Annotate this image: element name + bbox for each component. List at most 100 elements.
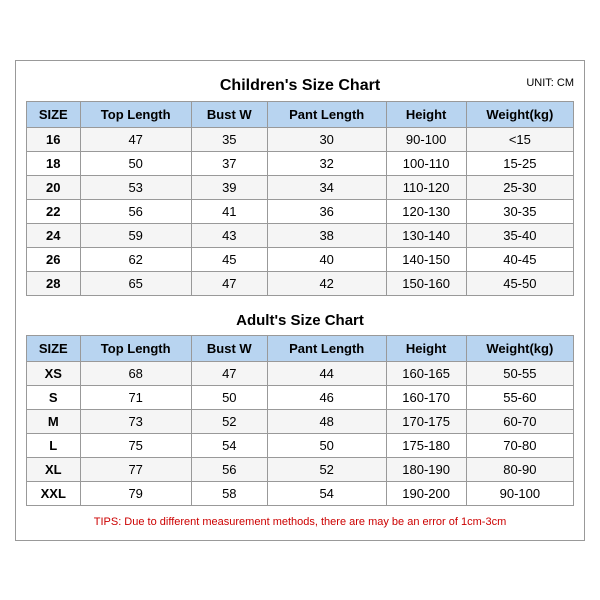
adult-table-row: XXL795854190-20090-100: [27, 481, 574, 505]
children-table-cell: 47: [80, 127, 191, 151]
children-table-cell: 38: [267, 223, 386, 247]
children-table-cell: 15-25: [466, 151, 573, 175]
children-table-cell: 150-160: [386, 271, 466, 295]
children-table-cell: 32: [267, 151, 386, 175]
children-header-cell: Top Length: [80, 101, 191, 127]
children-table-cell: 140-150: [386, 247, 466, 271]
children-table-row: 1647353090-100<15: [27, 127, 574, 151]
adult-header-cell: Height: [386, 335, 466, 361]
adult-table-cell: XXL: [27, 481, 81, 505]
adult-table-cell: 68: [80, 361, 191, 385]
adult-table-cell: 190-200: [386, 481, 466, 505]
adult-table-cell: 60-70: [466, 409, 573, 433]
adult-table-row: XL775652180-19080-90: [27, 457, 574, 481]
adult-header-cell: Top Length: [80, 335, 191, 361]
adult-table-cell: 170-175: [386, 409, 466, 433]
adult-table-cell: 58: [191, 481, 267, 505]
children-table-row: 20533934110-12025-30: [27, 175, 574, 199]
children-table-cell: 30: [267, 127, 386, 151]
children-table-cell: 120-130: [386, 199, 466, 223]
adult-table-cell: 80-90: [466, 457, 573, 481]
children-table-cell: 35-40: [466, 223, 573, 247]
children-table-cell: 59: [80, 223, 191, 247]
children-table-row: 22564136120-13030-35: [27, 199, 574, 223]
children-table-cell: 28: [27, 271, 81, 295]
size-chart-container: Children's Size Chart UNIT: CM SIZETop L…: [15, 60, 585, 541]
adult-table-cell: 56: [191, 457, 267, 481]
adult-table-cell: S: [27, 385, 81, 409]
adult-table-cell: XS: [27, 361, 81, 385]
children-table-cell: 47: [191, 271, 267, 295]
adult-table-cell: 54: [267, 481, 386, 505]
children-chart-title: Children's Size Chart UNIT: CM: [26, 71, 574, 97]
children-table-cell: 16: [27, 127, 81, 151]
children-table-cell: 110-120: [386, 175, 466, 199]
adult-table-cell: 44: [267, 361, 386, 385]
children-table-cell: 50: [80, 151, 191, 175]
children-table-cell: 130-140: [386, 223, 466, 247]
adult-table-cell: 77: [80, 457, 191, 481]
children-table-cell: 90-100: [386, 127, 466, 151]
children-table-cell: 18: [27, 151, 81, 175]
adult-table-row: S715046160-17055-60: [27, 385, 574, 409]
adult-table-cell: M: [27, 409, 81, 433]
children-table-row: 28654742150-16045-50: [27, 271, 574, 295]
children-header-cell: Bust W: [191, 101, 267, 127]
children-table-cell: 40-45: [466, 247, 573, 271]
adult-table-cell: 50: [191, 385, 267, 409]
children-table-cell: 45: [191, 247, 267, 271]
children-table-row: 26624540140-15040-45: [27, 247, 574, 271]
adult-table-cell: 160-170: [386, 385, 466, 409]
adult-table-cell: 50-55: [466, 361, 573, 385]
children-table-cell: 22: [27, 199, 81, 223]
tips-content: TIPS: Due to different measurement metho…: [94, 516, 506, 528]
children-table-cell: 35: [191, 127, 267, 151]
children-table-cell: 24: [27, 223, 81, 247]
children-table-cell: 100-110: [386, 151, 466, 175]
children-table-row: 18503732100-11015-25: [27, 151, 574, 175]
children-table-cell: 65: [80, 271, 191, 295]
adult-table-cell: 73: [80, 409, 191, 433]
adult-header-cell: SIZE: [27, 335, 81, 361]
children-table-cell: 37: [191, 151, 267, 175]
adult-table-row: XS684744160-16550-55: [27, 361, 574, 385]
children-header-row: SIZETop LengthBust WPant LengthHeightWei…: [27, 101, 574, 127]
adult-table-cell: 47: [191, 361, 267, 385]
children-header-cell: Pant Length: [267, 101, 386, 127]
tips-text: TIPS: Due to different measurement metho…: [26, 514, 574, 530]
adult-title-text: Adult's Size Chart: [236, 312, 364, 329]
children-table-cell: 42: [267, 271, 386, 295]
adult-table-cell: L: [27, 433, 81, 457]
children-table-cell: 39: [191, 175, 267, 199]
adult-table-cell: 180-190: [386, 457, 466, 481]
children-table-cell: 41: [191, 199, 267, 223]
adult-table-cell: 55-60: [466, 385, 573, 409]
adult-table-cell: 79: [80, 481, 191, 505]
children-table-cell: 53: [80, 175, 191, 199]
children-table-cell: 45-50: [466, 271, 573, 295]
children-table-cell: <15: [466, 127, 573, 151]
adult-table-cell: 54: [191, 433, 267, 457]
adult-table-cell: 48: [267, 409, 386, 433]
adult-table-cell: 70-80: [466, 433, 573, 457]
children-title-text: Children's Size Chart: [220, 77, 380, 94]
children-table-cell: 56: [80, 199, 191, 223]
adult-table-cell: 50: [267, 433, 386, 457]
adult-table-cell: 52: [191, 409, 267, 433]
adult-chart-title: Adult's Size Chart: [26, 304, 574, 331]
children-table-cell: 26: [27, 247, 81, 271]
children-header-cell: SIZE: [27, 101, 81, 127]
children-table-cell: 62: [80, 247, 191, 271]
adult-header-row: SIZETop LengthBust WPant LengthHeightWei…: [27, 335, 574, 361]
children-table-cell: 34: [267, 175, 386, 199]
adult-size-table: SIZETop LengthBust WPant LengthHeightWei…: [26, 335, 574, 506]
adult-table-cell: 90-100: [466, 481, 573, 505]
adult-table-cell: 75: [80, 433, 191, 457]
children-table-cell: 30-35: [466, 199, 573, 223]
children-table-cell: 43: [191, 223, 267, 247]
adult-header-cell: Bust W: [191, 335, 267, 361]
children-header-cell: Weight(kg): [466, 101, 573, 127]
adult-header-cell: Pant Length: [267, 335, 386, 361]
children-table-cell: 40: [267, 247, 386, 271]
adult-table-cell: 175-180: [386, 433, 466, 457]
